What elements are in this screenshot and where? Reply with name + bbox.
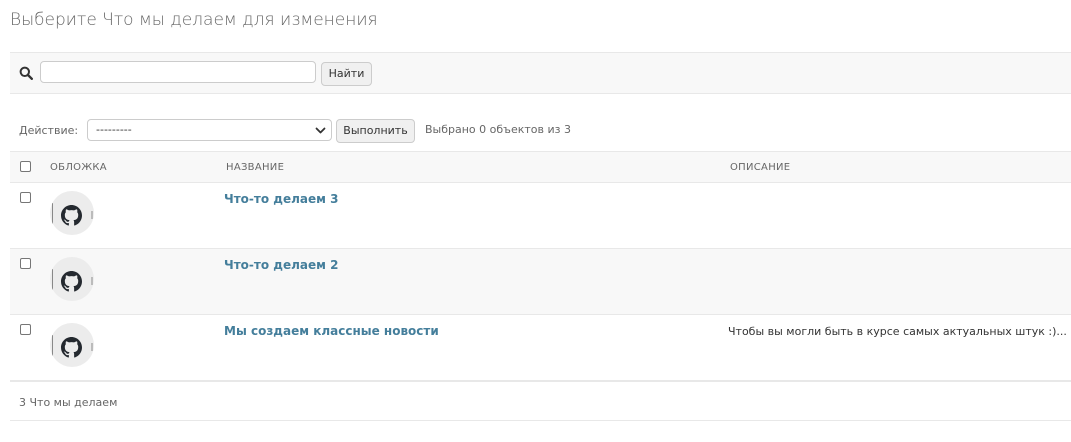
results-table: ОБЛОЖКА НАЗВАНИЕ ОПИСАНИЕ Что-то делаем … xyxy=(10,151,1071,381)
cover-image xyxy=(50,257,94,301)
column-header-description[interactable]: ОПИСАНИЕ xyxy=(730,162,790,173)
search-toolbar: Найти xyxy=(10,52,1071,94)
row-checkbox[interactable] xyxy=(20,324,31,335)
cover-image xyxy=(50,323,94,367)
run-action-button[interactable]: Выполнить xyxy=(336,119,415,143)
row-title-link[interactable]: Что-то делаем 2 xyxy=(224,258,338,272)
row-title-link[interactable]: Что-то делаем 3 xyxy=(224,192,338,206)
search-input[interactable] xyxy=(40,61,316,83)
github-icon xyxy=(61,337,82,358)
row-checkbox[interactable] xyxy=(20,192,31,203)
selection-counter: Выбрано 0 объектов из 3 xyxy=(425,123,571,136)
row-title-link[interactable]: Мы создаем классные новости xyxy=(224,324,439,338)
row-checkbox[interactable] xyxy=(20,258,31,269)
column-header-title[interactable]: НАЗВАНИЕ xyxy=(226,162,284,173)
table-row: Что-то делаем 2 xyxy=(10,249,1071,315)
github-icon xyxy=(61,271,82,292)
result-count: 3 Что мы делаем xyxy=(19,396,118,409)
github-icon xyxy=(61,205,82,226)
action-select-value: --------- xyxy=(96,123,132,136)
action-label: Действие: xyxy=(19,124,79,137)
search-icon xyxy=(19,66,33,80)
action-select[interactable]: --------- xyxy=(87,119,332,141)
page-title: Выберите Что мы делаем для изменения xyxy=(10,10,378,30)
search-button[interactable]: Найти xyxy=(321,62,372,86)
cover-image xyxy=(50,191,94,235)
results-footer: 3 Что мы делаем xyxy=(10,381,1071,421)
chevron-down-icon xyxy=(315,127,326,134)
table-header: ОБЛОЖКА НАЗВАНИЕ ОПИСАНИЕ xyxy=(10,151,1071,183)
column-header-cover[interactable]: ОБЛОЖКА xyxy=(50,162,107,173)
select-all-checkbox[interactable] xyxy=(20,161,31,172)
table-row: Что-то делаем 3 xyxy=(10,183,1071,249)
row-description: Чтобы вы могли быть в курсе самых актуал… xyxy=(728,325,1067,338)
table-row: Мы создаем классные новости Чтобы вы мог… xyxy=(10,315,1071,381)
